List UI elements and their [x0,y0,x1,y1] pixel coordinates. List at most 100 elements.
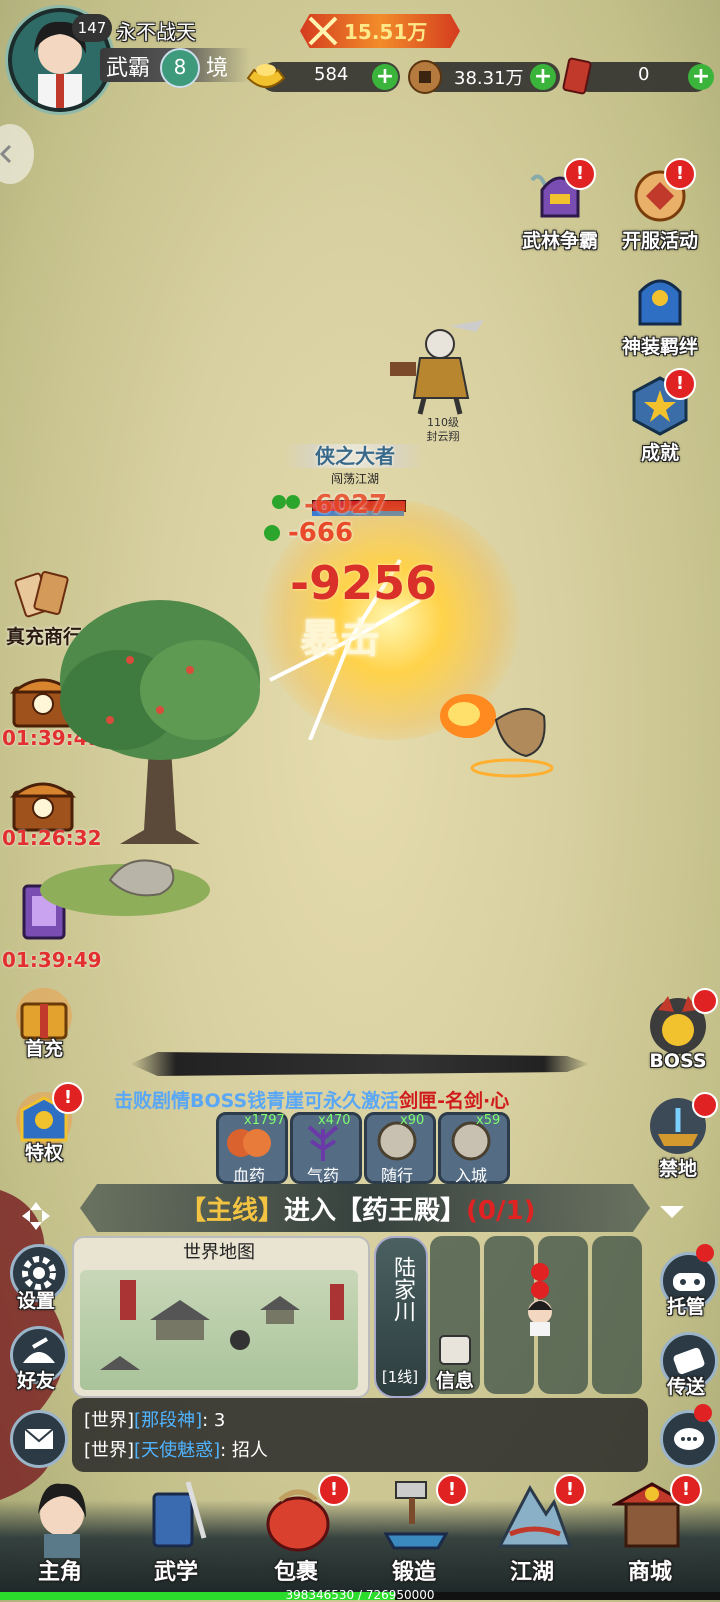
shop-alert: ! [670,1474,702,1506]
realm-suffix: 境 [206,56,229,81]
side-collapse-button[interactable] [0,124,34,184]
armor-icon [638,279,682,326]
achievement-alert: ! [664,368,696,400]
location-name: 陆家川 [390,1256,415,1322]
damage-number-big: -9256 [290,556,438,610]
mail-icon [24,1428,54,1449]
info-button[interactable]: 信息 [430,1330,480,1392]
quest-progress: (0/1) [466,1196,536,1226]
qi-potion-count: x470 [318,1113,351,1128]
world-map-title: 世界地图 [183,1242,255,1263]
nav-character[interactable]: 主角 [10,1474,110,1590]
chat-line-1: [世界][那段神]: 3 [84,1406,225,1432]
teleport-label: 传送 [666,1376,705,1398]
title-banner-main: 侠之大者 [315,444,395,468]
book-sword-icon [152,1481,207,1548]
ticket-value: 0 [638,64,650,85]
enemy-warrior-sprite [390,320,484,415]
map-buildings-icon [100,1280,344,1370]
qi-potion-name: 气药 [306,1166,339,1185]
sword-banner [130,1052,590,1076]
nav-inventory-label: 包裹 [273,1560,318,1585]
rock-grass-decoration [40,859,210,916]
poison-skull-icon [272,495,300,509]
chat-message: : 3 [202,1410,226,1431]
damage-number-small-2: -666 [288,518,354,548]
gold-ingot-icon [246,64,286,88]
boss-alert-dot [692,988,718,1014]
first-charge-label: 首充 [24,1038,63,1060]
nav-martial-arts-label: 武学 [153,1560,198,1585]
location-line: [1线] [381,1368,419,1386]
nav-martial-arts[interactable]: 武学 [126,1474,226,1590]
nav-shop-label: 商城 [627,1560,672,1585]
ticket-icon [562,57,592,95]
forge-alert: ! [436,1474,468,1506]
add-ticket-button[interactable]: + [688,64,714,90]
add-copper-button[interactable]: + [530,64,556,90]
info-label: 信息 [435,1370,474,1392]
privilege-alert: ! [52,1082,84,1114]
chat-line-2: [世界][天使魅惑]: 招人 [84,1436,268,1462]
city-entry-count: x59 [476,1113,501,1128]
follow-count: x90 [400,1113,425,1128]
inventory-alert: ! [318,1474,350,1506]
server-event-alert: ! [664,158,696,190]
nav-forge-label: 锻造 [391,1560,436,1585]
settings-label: 设置 [16,1290,55,1312]
nav-jianghu-label: 江湖 [509,1560,554,1585]
gear-bond-label: 神装羁绊 [621,336,698,358]
forbidden-land-label: 禁地 [658,1158,697,1180]
city-entry-name: 入城 [454,1166,487,1185]
combat-power-value: 15.51万 [344,20,428,44]
boss-message-reward: 剑匣-名剑·心 [399,1090,510,1112]
server-event-label: 开服活动 [621,230,698,252]
main-quest-text[interactable]: 【主线】进入【药王殿】(0/1) [180,1190,535,1227]
damage-number-small-1: -6027 [304,490,388,520]
quest-tag: 【主线】 [180,1196,285,1226]
realm-number: 8 [160,48,200,88]
auto-battle-alert-dot [696,1244,714,1262]
poison-skull-icon [264,525,280,541]
jianghu-alert: ! [554,1474,586,1506]
quest-objective: 进入【药王殿】 [284,1196,467,1226]
chat-sender[interactable]: [那段神] [134,1410,202,1431]
chat-channel: [世界] [84,1440,135,1461]
dpad-icon[interactable] [18,1198,54,1234]
boss-message: 击败剧情BOSS钱青崖可永久激活剑匣-名剑·心 [114,1086,509,1113]
chevron-left-icon [0,144,12,164]
boss-message-text: 击败剧情BOSS钱青崖可永久激活 [114,1090,400,1112]
boss-label: BOSS [649,1050,707,1072]
world-map-thumbnail[interactable] [80,1270,358,1390]
team-slot-4[interactable] [592,1236,642,1394]
chat-sender[interactable]: [天使魅惑] [134,1440,220,1461]
chat-alert-dot [694,1404,712,1422]
chat-channel: [世界] [84,1410,135,1431]
event-timer: 01:39:49 [2,948,102,972]
martial-contest-alert: ! [564,158,596,190]
realm-prefix: 武霸 [106,56,151,81]
fire-beast-sprite [440,694,554,778]
copper-value: 38.31万 [454,68,524,89]
player-name: 永不战天 [116,20,196,44]
hp-potion-count: x1797 [244,1113,285,1128]
add-gold-button[interactable]: + [372,64,398,90]
player-level-badge: 147 [72,14,112,42]
hero-portrait-icon [38,1483,86,1558]
crit-text: 暴击 [300,616,380,662]
gold-value: 584 [314,64,349,85]
forbidden-land-alert-dot [692,1092,718,1118]
party-member-avatar [528,1263,552,1336]
mail-button[interactable] [10,1410,68,1468]
friends-label: 好友 [16,1370,55,1392]
first-charge-button[interactable]: 首充 [4,986,84,1072]
chat-message: : 招人 [220,1440,268,1461]
nav-character-label: 主角 [37,1560,82,1585]
gear-bond-button[interactable]: 神装羁绊 [620,266,700,358]
scroll-icon [439,1335,471,1365]
achievement-label: 成就 [640,442,679,464]
chevron-down-icon[interactable] [656,1202,688,1222]
auto-battle-label: 托管 [666,1296,705,1318]
martial-contest-label: 武林争霸 [521,230,598,252]
title-banner-sub: 闯荡江湖 [330,472,379,486]
